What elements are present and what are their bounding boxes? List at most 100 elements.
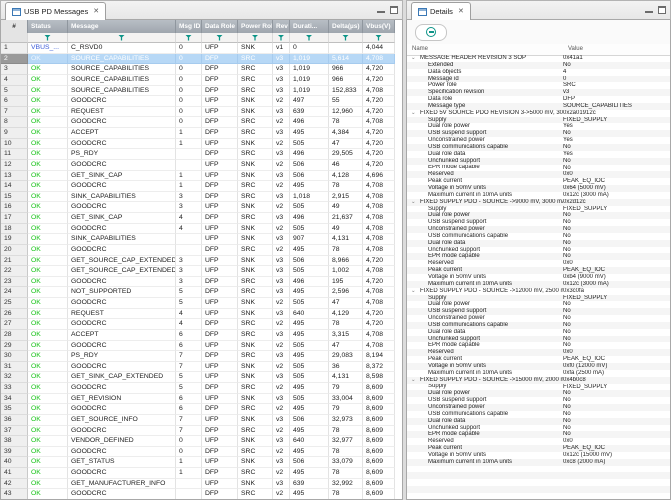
detail-row[interactable]: Maximum current in 10mA units0x12c (3000…: [407, 281, 670, 288]
table-row[interactable]: 21OKGET_SOURCE_CAP_EXTENDED3UFPSNKv35068…: [1, 256, 402, 267]
filter-cell-status[interactable]: [28, 33, 68, 43]
filter-cell-data-role[interactable]: [202, 33, 238, 43]
filter-cell-delta[interactable]: [329, 33, 363, 43]
tab-usb-pd-messages[interactable]: USB PD Messages ✕: [5, 2, 106, 20]
detail-row[interactable]: USB communications capableNo: [407, 322, 670, 329]
detail-row[interactable]: Dual role dataNo: [407, 329, 670, 336]
close-icon[interactable]: ✕: [93, 8, 99, 15]
table-row[interactable]: 28OKACCEPT6DFPSRCv34953,3154,708: [1, 330, 402, 341]
detail-row[interactable]: Message typeSOURCE_CAPABILITIES: [407, 103, 670, 110]
detail-row[interactable]: Voltage in 50mV units0x64 (5000 mV): [407, 185, 670, 192]
chevron-down-icon[interactable]: ⌄: [411, 199, 420, 205]
detail-row[interactable]: USB communications capableNo: [407, 233, 670, 240]
table-row[interactable]: 39OKGOODCRC0DFPSRCv2495788,609: [1, 447, 402, 458]
collapse-all-button[interactable]: [415, 24, 447, 41]
table-row[interactable]: 6OKGOODCRC0UFPSNKv2497554,720: [1, 96, 402, 107]
table-row[interactable]: 12OKGOODCRCUFPSNKv2506464,720: [1, 160, 402, 171]
detail-row[interactable]: Unconstrained powerNo: [407, 315, 670, 322]
table-row[interactable]: 16OKGOODCRC3UFPSNKv2505494,708: [1, 202, 402, 213]
detail-row[interactable]: Message id0: [407, 76, 670, 83]
table-row[interactable]: 17OKGET_SINK_CAP4DFPSRCv349621,6374,708: [1, 213, 402, 224]
table-row[interactable]: 19OKSINK_CAPABILITIESUFPSNKv39074,1314,7…: [1, 234, 402, 245]
detail-row[interactable]: Voltage in 50mV units0x12c (15000 mV): [407, 452, 670, 459]
column-header-vbus[interactable]: Vbus(V): [363, 20, 395, 33]
detail-row[interactable]: Data objects4: [407, 69, 670, 76]
column-header-duration[interactable]: Durati...: [290, 20, 329, 33]
table-row[interactable]: 30OKPS_RDY7DFPSRCv349529,0838,194: [1, 351, 402, 362]
filter-funnel-icon[interactable]: [375, 35, 382, 41]
table-row[interactable]: 25OKGOODCRC5UFPSNKv2505474,708: [1, 298, 402, 309]
column-header-msg-id[interactable]: Msg ID: [176, 20, 202, 33]
close-icon[interactable]: ✕: [458, 8, 464, 15]
table-row[interactable]: 10OKGOODCRC1UFPSNKv2505474,720: [1, 139, 402, 150]
detail-row[interactable]: SupplyFIXED_SUPPLY: [407, 117, 670, 124]
detail-row[interactable]: Unchunked supportNo: [407, 425, 670, 432]
detail-row[interactable]: Reserved0x0: [407, 438, 670, 445]
table-row[interactable]: 41OKGOODCRC1DFPSRCv2495788,609: [1, 468, 402, 479]
detail-row[interactable]: Power roleSRC: [407, 82, 670, 89]
detail-row[interactable]: ExtendedNo: [407, 62, 670, 69]
detail-row[interactable]: Dual role dataYes: [407, 151, 670, 158]
column-header-status[interactable]: Status: [28, 20, 68, 33]
detail-row[interactable]: USB suspend supportNo: [407, 130, 670, 137]
column-header-data-role[interactable]: Data Role: [202, 20, 238, 33]
maximize-icon[interactable]: [390, 6, 398, 14]
column-header-row-number[interactable]: #: [1, 20, 28, 33]
filter-funnel-icon[interactable]: [278, 35, 285, 41]
chevron-down-icon[interactable]: ⌄: [411, 377, 420, 383]
detail-row[interactable]: Unchunked supportNo: [407, 247, 670, 254]
table-row[interactable]: 4OKSOURCE_CAPABILITIES0DFPSRCv31,0199664…: [1, 75, 402, 86]
table-row[interactable]: 20OKGOODCRCDFPSRCv2495784,708: [1, 245, 402, 256]
table-row[interactable]: 1VBUS_...C_RSVD00UFPSNKv104,044: [1, 43, 402, 54]
detail-row[interactable]: Maximum current in 10mA units0xfa (2500 …: [407, 370, 670, 377]
table-row[interactable]: 33OKGOODCRC5DFPSRCv2495798,609: [1, 383, 402, 394]
detail-row[interactable]: SupplyFIXED_SUPPLY: [407, 206, 670, 213]
detail-row[interactable]: Unconstrained powerNo: [407, 404, 670, 411]
table-row[interactable]: 3OKSOURCE_CAPABILITIES0DFPSRCv31,0199664…: [1, 64, 402, 75]
table-row[interactable]: 14OKGOODCRC1DFPSRCv2495784,708: [1, 181, 402, 192]
filter-cell-rev[interactable]: [273, 33, 290, 43]
table-row[interactable]: 26OKREQUEST4UFPSNKv36404,1294,720: [1, 309, 402, 320]
detail-row[interactable]: Peak currentPEAK_EQ_IOC: [407, 356, 670, 363]
table-row[interactable]: 31OKGOODCRC7UFPSNKv2505368,372: [1, 362, 402, 373]
filter-funnel-icon[interactable]: [252, 35, 259, 41]
table-row[interactable]: 15OKSINK_CAPABILITIES3DFPSRCv31,0182,915…: [1, 192, 402, 203]
column-header-power-role[interactable]: Power Role: [238, 20, 273, 33]
table-row[interactable]: 18OKGOODCRC4UFPSNKv2505494,708: [1, 224, 402, 235]
table-row[interactable]: 7OKREQUEST0UFPSNKv363912,9604,720: [1, 107, 402, 118]
filter-cell-message[interactable]: [68, 33, 176, 43]
table-row[interactable]: 32OKGET_SINK_CAP_EXTENDED5UFPSNKv35054,1…: [1, 372, 402, 383]
filter-cell-duration[interactable]: [290, 33, 329, 43]
detail-row[interactable]: USB suspend supportNo: [407, 308, 670, 315]
filter-cell-msg-id[interactable]: [176, 33, 202, 43]
detail-row[interactable]: Unconstrained powerYes: [407, 137, 670, 144]
table-row[interactable]: 35OKGOODCRC6DFPSRCv2495798,609: [1, 404, 402, 415]
detail-row[interactable]: Peak currentPEAK_EQ_IOC: [407, 445, 670, 452]
filter-cell-vbus[interactable]: [363, 33, 395, 43]
detail-row[interactable]: Dual role powerNo: [407, 212, 670, 219]
detail-row[interactable]: Dual role dataNo: [407, 418, 670, 425]
detail-row[interactable]: EPR mode capableNo: [407, 253, 670, 260]
maximize-icon[interactable]: [658, 6, 666, 14]
detail-row[interactable]: Dual role powerNo: [407, 390, 670, 397]
table-row[interactable]: 8OKGOODCRC0DFPSRCv2496784,708: [1, 117, 402, 128]
detail-row[interactable]: ⌄FIXED SUPPLY PDO - SOURCE ->9000 mV, 30…: [407, 199, 670, 206]
minimize-icon[interactable]: [377, 6, 385, 14]
chevron-down-icon[interactable]: ⌄: [411, 55, 420, 61]
filter-funnel-icon[interactable]: [342, 35, 349, 41]
detail-row[interactable]: Dual role powerYes: [407, 123, 670, 130]
detail-row[interactable]: ⌄FIXED SUPPLY PDO - SOURCE ->12000 mV, 2…: [407, 288, 670, 295]
table-row[interactable]: 2OKSOURCE_CAPABILITIES0DFPSRCv31,0195,61…: [1, 54, 402, 65]
filter-funnel-icon[interactable]: [185, 35, 192, 41]
column-header-delta[interactable]: Delta(µs): [329, 20, 363, 33]
detail-row[interactable]: SupplyFIXED_SUPPLY: [407, 384, 670, 391]
detail-row[interactable]: SupplyFIXED_SUPPLY: [407, 295, 670, 302]
detail-row[interactable]: USB suspend supportNo: [407, 397, 670, 404]
detail-row[interactable]: Dual role dataNo: [407, 240, 670, 247]
minimize-icon[interactable]: [645, 6, 653, 14]
column-header-rev[interactable]: Rev: [273, 20, 290, 33]
detail-row[interactable]: Maximum current in 10mA units0x12c (3000…: [407, 192, 670, 199]
detail-row[interactable]: ⌄MESSAGE HEADER REVISION 3 SOP0x41a1: [407, 55, 670, 62]
detail-row[interactable]: Data roleDFP: [407, 96, 670, 103]
chevron-down-icon[interactable]: ⌄: [411, 110, 420, 116]
